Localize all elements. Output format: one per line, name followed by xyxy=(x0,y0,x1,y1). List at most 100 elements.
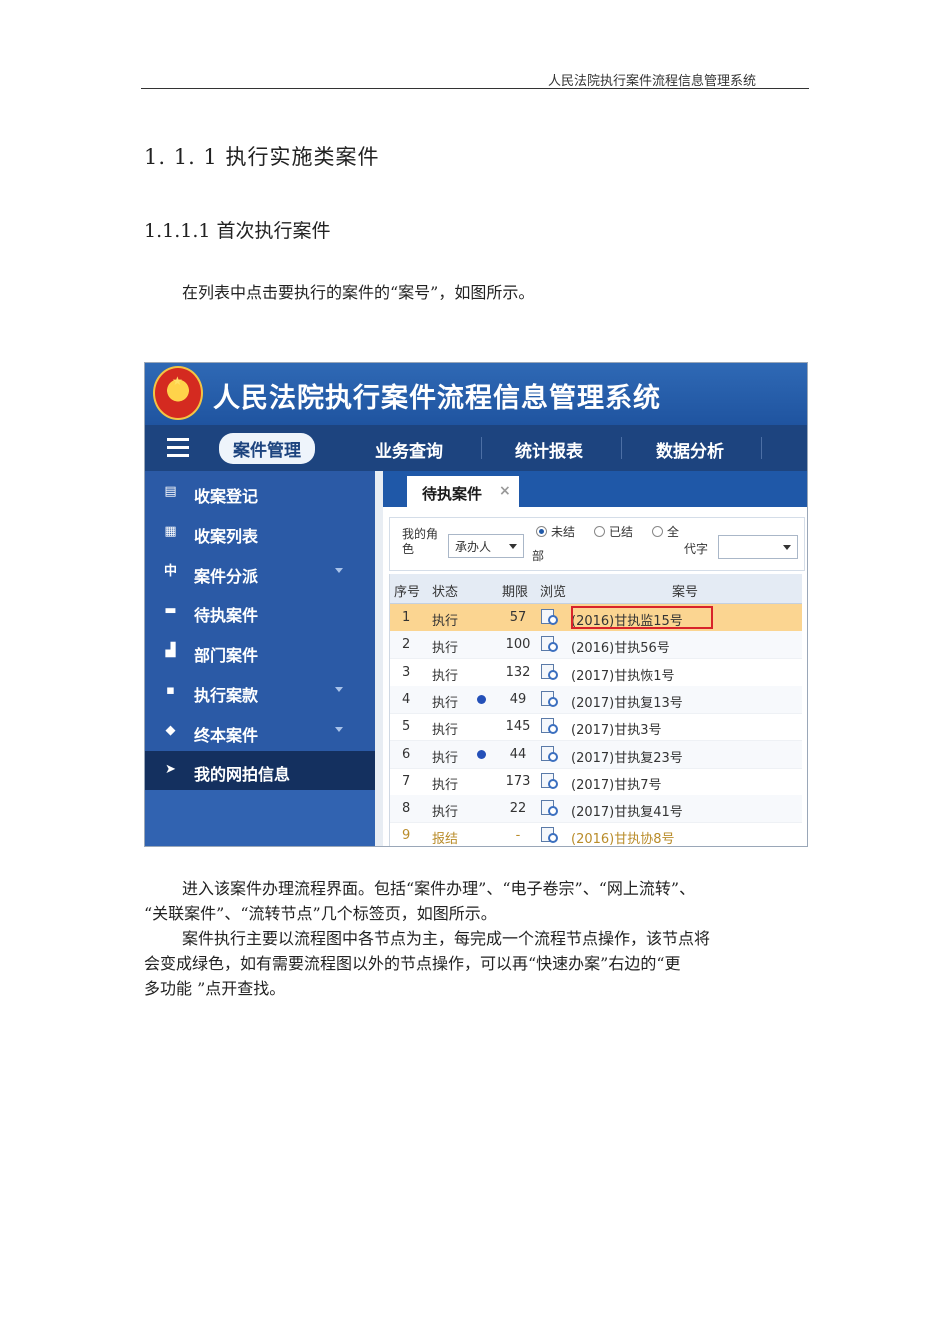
table-row[interactable]: 5 执行 145 (2017)甘执3号 xyxy=(390,713,802,742)
case-number-link[interactable]: (2017)甘执复13号 xyxy=(571,692,683,711)
archive-icon: ◆ xyxy=(165,723,176,738)
body-line: 进入该案件办理流程界面。包括“案件办理”、“电子卷宗”、“网上流转”、 xyxy=(182,879,696,898)
role-select[interactable]: 承办人 xyxy=(448,534,524,558)
browse-icon[interactable] xyxy=(540,717,558,735)
case-table: 序号 状态 期限 浏览 案号 1 执行 57 (2016)甘执监15号 2 执行 100 (2… xyxy=(389,574,802,846)
nav-divider xyxy=(481,437,482,459)
cell-no: 4 xyxy=(402,691,411,707)
app-title: 人民法院执行案件流程信息管理系统 xyxy=(213,383,661,414)
case-number-link[interactable]: (2017)甘执复41号 xyxy=(571,801,683,820)
code-select[interactable] xyxy=(718,535,798,559)
cell-limit: 132 xyxy=(505,664,531,680)
radio-all[interactable]: 全 xyxy=(652,523,679,540)
main-content: 待执案件 × 我的角色 承办人 未结 已结 全 部 代字 序号 状态 期限 浏览… xyxy=(383,471,807,846)
sidebar-item[interactable]: 中 案件分派 xyxy=(145,553,375,592)
nav-statistics[interactable]: 统计报表 xyxy=(515,437,583,462)
sidebar-item[interactable]: ➤ 我的网拍信息 xyxy=(145,751,375,790)
list-icon: ▦ xyxy=(164,524,177,539)
nav-divider xyxy=(761,437,762,459)
court-emblem-icon: ★ xyxy=(153,366,203,420)
cell-status: 执行 xyxy=(432,723,459,739)
cell-no: 8 xyxy=(402,801,411,817)
nav-business-query[interactable]: 业务查询 xyxy=(375,437,443,462)
money-icon: ▪ xyxy=(166,683,175,698)
cell-no: 7 xyxy=(402,773,411,789)
cell-limit: 145 xyxy=(505,719,531,735)
browse-icon[interactable] xyxy=(540,635,558,653)
body-line: “关联案件”、“流转节点”几个标签页，如图所示。 xyxy=(144,904,497,923)
top-nav: 案件管理 业务查询 统计报表 数据分析 xyxy=(145,425,807,471)
cell-status: 报结 xyxy=(432,832,459,847)
body-paragraph: 进入该案件办理流程界面。包括“案件办理”、“电子卷宗”、“网上流转”、 “关联案件… xyxy=(144,876,812,1001)
body-line: 会变成绿色，如有需要流程图以外的节点操作，可以再“快速办案”右边的“更 xyxy=(144,954,681,973)
sidebar-item[interactable]: ▪ 执行案款 xyxy=(145,672,375,711)
sidebar-item-label: 收案登记 xyxy=(194,487,259,506)
close-icon[interactable]: × xyxy=(499,483,511,499)
tab-label: 待执案件 xyxy=(422,485,483,503)
radio-closed[interactable]: 已结 xyxy=(594,523,633,540)
sidebar-item[interactable]: ◆ 终本案件 xyxy=(145,712,375,751)
chevron-down-icon[interactable] xyxy=(335,687,343,692)
cell-no: 6 xyxy=(402,746,411,762)
case-number-link[interactable]: (2017)甘执复23号 xyxy=(571,747,683,766)
chevron-down-icon[interactable] xyxy=(335,727,343,732)
cell-no: 9 xyxy=(402,828,411,844)
col-header-status: 状态 xyxy=(432,585,459,600)
tab-pending-cases[interactable]: 待执案件 × xyxy=(407,476,519,507)
browse-icon[interactable] xyxy=(540,826,558,844)
table-row[interactable]: 9 报结 - (2016)甘执协8号 xyxy=(390,822,802,847)
tag-icon: ➤ xyxy=(165,762,176,777)
distribute-icon: 中 xyxy=(163,564,177,579)
table-row[interactable]: 8 执行 22 (2017)甘执复41号 xyxy=(390,795,802,824)
department-icon: ▟ xyxy=(165,643,176,658)
role-label: 我的角色 xyxy=(402,527,439,556)
cell-status: 执行 xyxy=(432,641,459,657)
sidebar-item[interactable]: ▤ 收案登记 xyxy=(145,473,375,512)
case-number-link[interactable]: (2017)甘执恢1号 xyxy=(571,665,675,684)
dept-label: 部 xyxy=(532,549,545,563)
browse-icon[interactable] xyxy=(540,799,558,817)
section-heading: 1. 1. 1 执行实施类案件 xyxy=(144,145,380,169)
browse-icon[interactable] xyxy=(540,772,558,789)
status-dot-icon xyxy=(477,694,486,704)
case-number-link[interactable]: (2016)甘执56号 xyxy=(571,637,670,656)
sidebar-item-label: 终本案件 xyxy=(194,726,259,745)
sidebar-item[interactable]: ▦ 收案列表 xyxy=(145,513,375,552)
code-label: 代字 xyxy=(684,542,709,556)
cell-status: 执行 xyxy=(432,614,459,629)
case-number-link[interactable]: (2017)甘执7号 xyxy=(571,774,662,793)
case-number-link[interactable]: (2016)甘执协8号 xyxy=(571,828,675,846)
tab-bar: 待执案件 × xyxy=(383,471,807,507)
sidebar-item[interactable]: ▬ 待执案件 xyxy=(145,592,375,631)
cell-limit: 49 xyxy=(509,691,527,707)
table-row[interactable]: 3 执行 132 (2017)甘执恢1号 xyxy=(390,659,802,687)
table-row[interactable]: 1 执行 57 (2016)甘执监15号 xyxy=(390,604,802,632)
status-dot-icon xyxy=(477,749,486,759)
browse-icon[interactable] xyxy=(540,745,558,762)
briefcase-icon: ▬ xyxy=(164,603,177,618)
browse-icon[interactable] xyxy=(540,690,558,707)
sidebar-splitter[interactable] xyxy=(375,471,383,846)
nav-data-analysis[interactable]: 数据分析 xyxy=(656,437,724,462)
cell-status: 执行 xyxy=(432,668,459,684)
sidebar-item[interactable]: ▟ 部门案件 xyxy=(145,632,375,671)
case-number-link[interactable]: (2017)甘执3号 xyxy=(571,719,662,738)
browse-icon[interactable] xyxy=(540,608,558,625)
nav-case-management[interactable]: 案件管理 xyxy=(219,433,315,464)
table-row[interactable]: 4 执行 49 (2017)甘执复13号 xyxy=(390,685,802,714)
table-row[interactable]: 7 执行 173 (2017)甘执7号 xyxy=(390,768,802,796)
intro-paragraph: 在列表中点击要执行的案件的“案号”，如图所示。 xyxy=(182,283,535,302)
radio-unclosed[interactable]: 未结 xyxy=(536,523,575,540)
browse-icon[interactable] xyxy=(540,663,558,680)
table-row[interactable]: 6 执行 44 (2017)甘执复23号 xyxy=(390,740,802,769)
col-header-case-no[interactable]: 案号 xyxy=(672,581,698,600)
cell-no: 1 xyxy=(402,610,411,625)
sidebar-item-label: 案件分派 xyxy=(194,567,259,586)
nav-divider xyxy=(621,437,622,459)
menu-icon[interactable] xyxy=(167,438,189,462)
chevron-down-icon[interactable] xyxy=(335,568,343,573)
table-header: 序号 状态 期限 浏览 案号 xyxy=(390,574,802,604)
cell-status: 执行 xyxy=(432,805,459,821)
register-icon: ▤ xyxy=(164,484,177,499)
table-row[interactable]: 2 执行 100 (2016)甘执56号 xyxy=(390,631,802,660)
